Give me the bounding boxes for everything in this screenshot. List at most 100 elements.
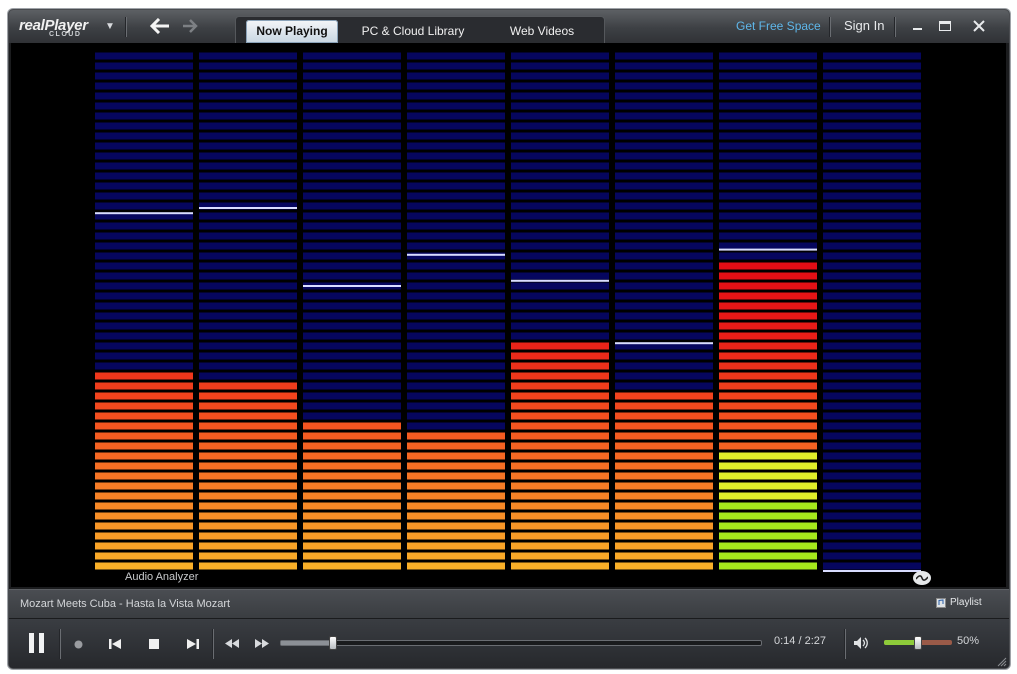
spectrum-segment <box>511 542 609 550</box>
spectrum-segment <box>719 542 817 550</box>
seek-bar[interactable] <box>280 636 762 650</box>
spectrum-segment <box>719 532 817 540</box>
spectrum-segment <box>823 252 921 260</box>
minimize-button[interactable] <box>907 16 929 36</box>
spectrum-bars <box>95 52 921 572</box>
spectrum-segment <box>95 462 193 470</box>
spectrum-segment <box>407 222 505 230</box>
spectrum-segment <box>823 222 921 230</box>
spectrum-segment <box>199 312 297 320</box>
spectrum-segment <box>823 182 921 190</box>
fast-forward-button[interactable] <box>253 636 271 650</box>
divider <box>829 17 831 37</box>
spectrum-segment <box>303 322 401 330</box>
spectrum-segment <box>407 172 505 180</box>
realplayer-logo[interactable]: realPlayer CLOUD <box>19 17 101 39</box>
playlist-button[interactable]: Playlist <box>936 597 982 608</box>
spectrum-segment <box>95 332 193 340</box>
rewind-button[interactable] <box>223 636 241 650</box>
spectrum-segment <box>511 102 609 110</box>
spectrum-segment <box>511 472 609 480</box>
spectrum-segment <box>615 392 713 400</box>
back-button[interactable] <box>147 14 173 38</box>
spectrum-segment <box>199 512 297 520</box>
spectrum-segment <box>615 562 713 570</box>
spectrum-segment <box>95 102 193 110</box>
spectrum-segment <box>719 282 817 290</box>
spectrum-segment <box>199 492 297 500</box>
previous-track-button[interactable] <box>107 636 123 652</box>
playback-controls: 0:14 / 2:27 50% <box>9 618 1009 668</box>
spectrum-segment <box>95 482 193 490</box>
close-icon <box>973 20 985 32</box>
spectrum-segment <box>719 382 817 390</box>
tab-web-videos[interactable]: Web Videos <box>486 20 598 43</box>
spectrum-segment <box>615 92 713 100</box>
stop-button[interactable] <box>146 636 162 652</box>
spectrum-segment <box>615 462 713 470</box>
visualization-mode-button[interactable] <box>913 571 931 585</box>
volume-slider[interactable] <box>884 636 952 650</box>
maximize-button[interactable] <box>934 16 956 36</box>
record-button[interactable] <box>71 637 85 651</box>
spectrum-segment <box>407 522 505 530</box>
spectrum-segment <box>615 192 713 200</box>
spectrum-segment <box>407 242 505 250</box>
spectrum-segment <box>511 502 609 510</box>
spectrum-segment <box>95 512 193 520</box>
spectrum-segment <box>511 202 609 210</box>
spectrum-segment <box>199 112 297 120</box>
spectrum-segment <box>407 542 505 550</box>
spectrum-segment <box>719 92 817 100</box>
pause-button[interactable] <box>25 631 49 655</box>
forward-button[interactable] <box>177 14 203 38</box>
spectrum-segment <box>199 452 297 460</box>
app-menu-chevron-icon[interactable]: ▼ <box>103 20 117 34</box>
spectrum-segment <box>511 132 609 140</box>
spectrum-segment <box>823 412 921 420</box>
resize-grip-icon[interactable] <box>995 655 1007 667</box>
volume-percent: 50% <box>957 635 980 647</box>
get-free-space-link[interactable]: Get Free Space <box>736 19 821 33</box>
spectrum-segment <box>95 132 193 140</box>
spectrum-segment <box>511 522 609 530</box>
spectrum-segment <box>511 512 609 520</box>
spectrum-segment <box>615 302 713 310</box>
close-button[interactable] <box>968 16 990 36</box>
spectrum-segment <box>407 282 505 290</box>
spectrum-segment <box>719 462 817 470</box>
spectrum-segment <box>303 392 401 400</box>
spectrum-segment <box>615 382 713 390</box>
spectrum-segment <box>615 442 713 450</box>
spectrum-segment <box>303 182 401 190</box>
spectrum-segment <box>719 412 817 420</box>
spectrum-segment <box>407 162 505 170</box>
spectrum-peak-marker <box>615 342 713 345</box>
tab-now-playing[interactable]: Now Playing <box>246 20 338 43</box>
spectrum-segment <box>615 262 713 270</box>
tab-pc-cloud-library[interactable]: PC & Cloud Library <box>348 20 478 43</box>
spectrum-segment <box>511 122 609 130</box>
spectrum-segment <box>407 502 505 510</box>
spectrum-segment <box>303 462 401 470</box>
spectrum-segment <box>95 412 193 420</box>
spectrum-segment <box>95 92 193 100</box>
seek-thumb[interactable] <box>328 636 337 650</box>
spectrum-segment <box>95 112 193 120</box>
spectrum-segment <box>719 182 817 190</box>
sign-in-link[interactable]: Sign In <box>844 18 884 33</box>
speaker-icon <box>854 637 868 649</box>
next-track-button[interactable] <box>185 636 201 652</box>
spectrum-segment <box>719 212 817 220</box>
spectrum-segment <box>823 152 921 160</box>
spectrum-segment <box>823 502 921 510</box>
spectrum-segment <box>615 502 713 510</box>
spectrum-segment <box>407 512 505 520</box>
spectrum-segment <box>615 62 713 70</box>
spectrum-segment <box>615 332 713 340</box>
spectrum-segment <box>199 362 297 370</box>
volume-thumb[interactable] <box>914 636 922 650</box>
logo-subtext: CLOUD <box>49 31 82 38</box>
mute-button[interactable] <box>852 635 870 651</box>
spectrum-segment <box>199 412 297 420</box>
